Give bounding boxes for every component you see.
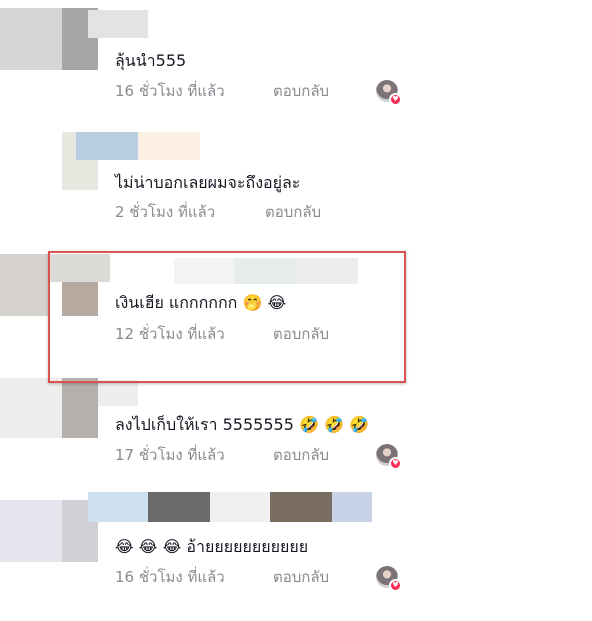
blurred-avatar xyxy=(0,378,62,438)
comment-meta: 17 ชั่วโมง ที่แล้ว ตอบกลับ xyxy=(115,444,405,466)
heart-icon: ♥ xyxy=(389,579,402,592)
comment-text-body: อ้ายยยยยยยยยยย xyxy=(186,537,309,556)
blurred-avatar xyxy=(0,500,62,562)
comment-text: ลุ้นนำ555 xyxy=(115,51,187,70)
blurred-username xyxy=(138,132,200,160)
comment-time: 17 ชั่วโมง ที่แล้ว xyxy=(115,446,225,464)
comment-list: ลุ้นนำ555 16 ชั่วโมง ที่แล้ว ตอบกลับ ♥ ไ… xyxy=(0,0,592,621)
heart-icon: ♥ xyxy=(389,457,402,470)
blurred-username xyxy=(270,492,332,522)
blurred-username xyxy=(210,492,270,522)
comment-text: ไม่น่าบอกเลยผมจะถึงอยู่ละ xyxy=(115,173,301,192)
blurred-username xyxy=(88,10,148,38)
comment-text-body: ลงไปเก็บให้เรา 5555555 xyxy=(115,415,294,434)
creator-like-icon: ♥ xyxy=(376,80,402,106)
blurred-username xyxy=(332,492,372,522)
reply-button[interactable]: ตอบกลับ xyxy=(265,201,321,223)
comment-text: ลงไปเก็บให้เรา 5555555 🤣 🤣 🤣 xyxy=(115,414,369,436)
comment-time: 16 ชั่วโมง ที่แล้ว xyxy=(115,568,225,586)
comment-emojis: 🤣 🤣 🤣 xyxy=(298,415,369,434)
reply-button[interactable]: ตอบกลับ xyxy=(273,80,329,102)
blurred-username xyxy=(148,492,210,522)
creator-like-icon: ♥ xyxy=(376,444,402,470)
comment-meta: 16 ชั่วโมง ที่แล้ว ตอบกลับ xyxy=(115,80,405,102)
comment-meta: 2 ชั่วโมง ที่แล้ว ตอบกลับ xyxy=(115,201,405,223)
reply-button[interactable]: ตอบกลับ xyxy=(273,566,329,588)
heart-icon: ♥ xyxy=(389,93,402,106)
comment-emojis: 😂 😂 😂 xyxy=(115,537,182,556)
comment-time: 2 ชั่วโมง ที่แล้ว xyxy=(115,203,216,221)
comment-meta: 16 ชั่วโมง ที่แล้ว ตอบกลับ xyxy=(115,566,405,588)
blurred-username xyxy=(76,132,138,160)
comment-text: 😂 😂 😂 อ้ายยยยยยยยยยย xyxy=(115,536,308,558)
comment-time: 16 ชั่วโมง ที่แล้ว xyxy=(115,82,225,100)
reply-button[interactable]: ตอบกลับ xyxy=(273,444,329,466)
creator-like-icon: ♥ xyxy=(376,566,402,592)
highlight-box xyxy=(48,251,406,383)
blurred-username xyxy=(88,492,148,522)
blurred-username xyxy=(98,380,138,406)
blurred-avatar xyxy=(0,8,62,70)
blurred-avatar xyxy=(0,254,50,316)
blurred-avatar xyxy=(62,378,98,438)
